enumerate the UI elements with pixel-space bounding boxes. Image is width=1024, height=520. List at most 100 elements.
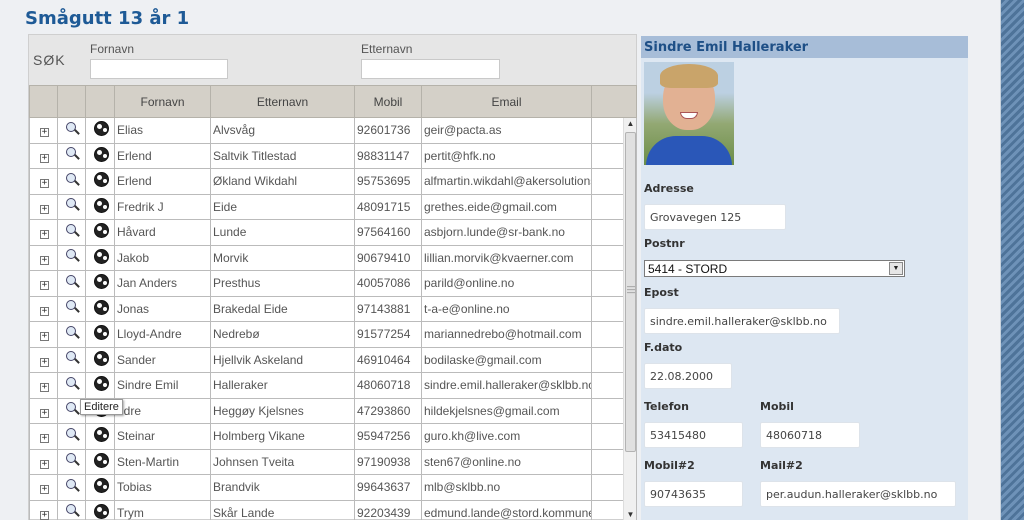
view-cell[interactable] [57, 346, 86, 373]
col-header-mobil[interactable]: Mobil [354, 85, 422, 118]
chevron-down-icon[interactable]: ▼ [889, 262, 903, 275]
edit-cell[interactable] [85, 270, 115, 297]
magnifier-icon[interactable] [65, 223, 81, 239]
football-edit-icon[interactable] [93, 274, 109, 290]
table-row[interactable]: + Jan Anders Presthus 40057086 parild@online… [29, 270, 637, 297]
table-row[interactable]: + Lloyd-Andre Nedrebø 91577254 mariannedrebo… [29, 321, 637, 348]
football-edit-icon[interactable] [93, 452, 109, 468]
football-edit-icon[interactable] [93, 223, 109, 239]
football-edit-icon[interactable] [93, 503, 109, 519]
view-cell[interactable] [57, 321, 86, 348]
epost-field[interactable]: sindre.emil.halleraker@sklbb.no [644, 308, 840, 334]
view-cell[interactable] [57, 168, 86, 195]
telefon-field[interactable]: 53415480 [644, 422, 743, 448]
edit-cell[interactable] [85, 244, 115, 271]
postnr-select[interactable]: 5414 - STORD ▼ [644, 260, 905, 277]
magnifier-icon[interactable] [65, 274, 81, 290]
mobil-field[interactable]: 48060718 [760, 422, 860, 448]
view-cell[interactable] [57, 372, 86, 399]
edit-cell[interactable] [85, 346, 115, 373]
expand-cell[interactable]: + [29, 244, 58, 271]
expand-plus-icon[interactable]: + [40, 281, 49, 291]
table-row[interactable]: + Sten-Martin Johnsen Tveita 97190938 sten67… [29, 448, 637, 475]
football-edit-icon[interactable] [93, 172, 109, 188]
football-edit-icon[interactable] [93, 350, 109, 366]
expand-plus-icon[interactable]: + [40, 434, 49, 444]
expand-plus-icon[interactable]: + [40, 255, 49, 265]
view-cell[interactable] [57, 448, 86, 475]
magnifier-icon[interactable] [65, 478, 81, 494]
edit-cell[interactable] [85, 499, 115, 520]
football-edit-icon[interactable] [93, 376, 109, 392]
magnifier-icon[interactable] [65, 401, 81, 417]
mobil2-field[interactable]: 90743635 [644, 481, 743, 507]
col-header-email[interactable]: Email [421, 85, 592, 118]
table-row[interactable]: + Trym Skår Lande 92203439 edmund.lande@stor… [29, 499, 637, 520]
magnifier-icon[interactable] [65, 197, 81, 213]
expand-cell[interactable]: + [29, 168, 58, 195]
table-row[interactable]: + Erlend Økland Wikdahl 95753695 alfmartin.w… [29, 168, 637, 195]
view-cell[interactable] [57, 474, 86, 501]
magnifier-icon[interactable] [65, 172, 81, 188]
football-edit-icon[interactable] [93, 427, 109, 443]
expand-plus-icon[interactable]: + [40, 306, 49, 316]
football-edit-icon[interactable] [93, 121, 109, 137]
edit-cell[interactable] [85, 372, 115, 399]
expand-plus-icon[interactable]: + [40, 332, 49, 342]
edit-cell[interactable] [85, 117, 115, 144]
table-row[interactable]: + Elias Alvsvåg 92601736 geir@pacta.as [29, 117, 637, 144]
expand-plus-icon[interactable]: + [40, 510, 49, 520]
edit-cell[interactable] [85, 219, 115, 246]
football-edit-icon[interactable] [93, 197, 109, 213]
expand-plus-icon[interactable]: + [40, 357, 49, 367]
expand-cell[interactable]: + [29, 295, 58, 322]
scroll-up-arrow-icon[interactable]: ▲ [624, 118, 637, 130]
edit-cell[interactable] [85, 423, 115, 450]
view-cell[interactable] [57, 117, 86, 144]
table-row[interactable]: + Sindre Emil Halleraker 48060718 sindre.emi… [29, 372, 637, 399]
magnifier-icon[interactable] [65, 248, 81, 264]
football-edit-icon[interactable] [93, 299, 109, 315]
expand-cell[interactable]: + [29, 423, 58, 450]
table-row[interactable]: + Fredrik J Eide 48091715 grethes.eide@gmail… [29, 193, 637, 220]
expand-plus-icon[interactable]: + [40, 204, 49, 214]
expand-cell[interactable]: + [29, 499, 58, 520]
expand-plus-icon[interactable]: + [40, 485, 49, 495]
edit-cell[interactable] [85, 193, 115, 220]
expand-cell[interactable]: + [29, 219, 58, 246]
view-cell[interactable] [57, 499, 86, 520]
fdato-field[interactable]: 22.08.2000 [644, 363, 732, 389]
expand-cell[interactable]: + [29, 193, 58, 220]
expand-cell[interactable]: + [29, 397, 58, 424]
table-row[interactable]: + Jonas Brakedal Eide 97143881 t-a-e@online.… [29, 295, 637, 322]
expand-plus-icon[interactable]: + [40, 230, 49, 240]
magnifier-icon[interactable] [65, 503, 81, 519]
edit-cell[interactable] [85, 295, 115, 322]
view-cell[interactable] [57, 295, 86, 322]
table-row[interactable]: + Erlend Saltvik Titlestad 98831147 pertit@h… [29, 142, 637, 169]
edit-cell[interactable] [85, 142, 115, 169]
expand-plus-icon[interactable]: + [40, 153, 49, 163]
expand-plus-icon[interactable]: + [40, 383, 49, 393]
fornavn-filter-input[interactable] [90, 59, 228, 79]
col-header-fornavn[interactable]: Fornavn [114, 85, 211, 118]
table-row[interactable]: + Håvard Lunde 97564160 asbjorn.lunde@sr-ban… [29, 219, 637, 246]
table-row[interactable]: + Jakob Morvik 90679410 lillian.morvik@kvaer… [29, 244, 637, 271]
magnifier-icon[interactable] [65, 350, 81, 366]
football-edit-icon[interactable] [93, 325, 109, 341]
magnifier-icon[interactable] [65, 299, 81, 315]
adresse-field[interactable]: Grovavegen 125 [644, 204, 786, 230]
magnifier-icon[interactable] [65, 376, 81, 392]
view-cell[interactable] [57, 244, 86, 271]
expand-plus-icon[interactable]: + [40, 408, 49, 418]
magnifier-icon[interactable] [65, 121, 81, 137]
expand-cell[interactable]: + [29, 372, 58, 399]
expand-cell[interactable]: + [29, 117, 58, 144]
scroll-down-arrow-icon[interactable]: ▼ [624, 509, 637, 520]
table-scrollbar[interactable]: ▲ — — — ▼ [623, 118, 636, 520]
table-row[interactable]: + Tobias Brandvik 99643637 mlb@sklbb.no [29, 474, 637, 501]
magnifier-icon[interactable] [65, 146, 81, 162]
expand-cell[interactable]: + [29, 474, 58, 501]
magnifier-icon[interactable] [65, 325, 81, 341]
expand-plus-icon[interactable]: + [40, 179, 49, 189]
